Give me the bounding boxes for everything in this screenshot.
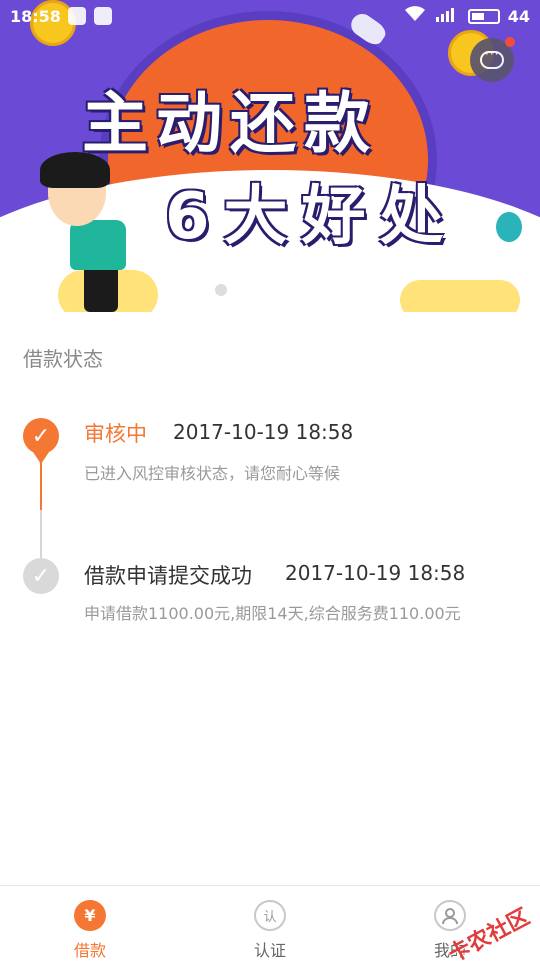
battery-icon (467, 8, 500, 24)
notification-icons (68, 7, 112, 25)
user-icon (434, 900, 466, 931)
step-time: 2017-10-19 18:58 (173, 420, 354, 444)
step-status: 借款申请提交成功 (84, 564, 252, 588)
carousel-dot-active[interactable] (267, 284, 279, 296)
battery-level: 44 (507, 6, 530, 26)
banner-subheadline: 6大好处 (165, 180, 458, 254)
notification-icon (94, 7, 112, 25)
step-description: 已进入风控审核状态，请您耐心等候 (84, 464, 341, 483)
wifi-icon (404, 6, 426, 26)
check-icon: ✓ (23, 418, 59, 464)
tab-label: 认证 (253, 941, 286, 960)
tab-loan[interactable]: ¥ 借款 (0, 886, 180, 961)
step-status: 审核中 (84, 422, 147, 446)
step-description: 申请借款1100.00元,期限14天,综合服务费110.00元 (84, 604, 461, 623)
banner-headline: 主动还款 (82, 85, 378, 162)
section-title: 借款状态 (23, 347, 103, 371)
chat-button[interactable] (470, 37, 515, 82)
status-right: 44 (404, 6, 530, 26)
cloud-decoration (400, 280, 520, 312)
timeline-line (40, 510, 42, 558)
yuan-icon: ¥ (74, 900, 106, 931)
check-icon: ✓ (23, 558, 59, 594)
carousel-dot[interactable] (215, 284, 227, 296)
status-time: 18:58 (10, 7, 61, 26)
character-body (70, 220, 126, 270)
promo-banner[interactable]: 主动还款 6大好处 (0, 0, 540, 312)
tab-label: 借款 (73, 941, 106, 960)
status-bar: 18:58 44 (0, 0, 540, 34)
carousel-indicator (215, 284, 279, 296)
signal-icon (434, 6, 460, 26)
verify-icon: 认 (254, 900, 286, 931)
notification-dot (505, 37, 515, 47)
balloon-icon (496, 212, 522, 242)
tab-verify[interactable]: 认 认证 (180, 886, 360, 961)
step-time: 2017-10-19 18:58 (285, 561, 466, 585)
notification-icon (68, 7, 86, 25)
chat-icon (480, 47, 504, 69)
